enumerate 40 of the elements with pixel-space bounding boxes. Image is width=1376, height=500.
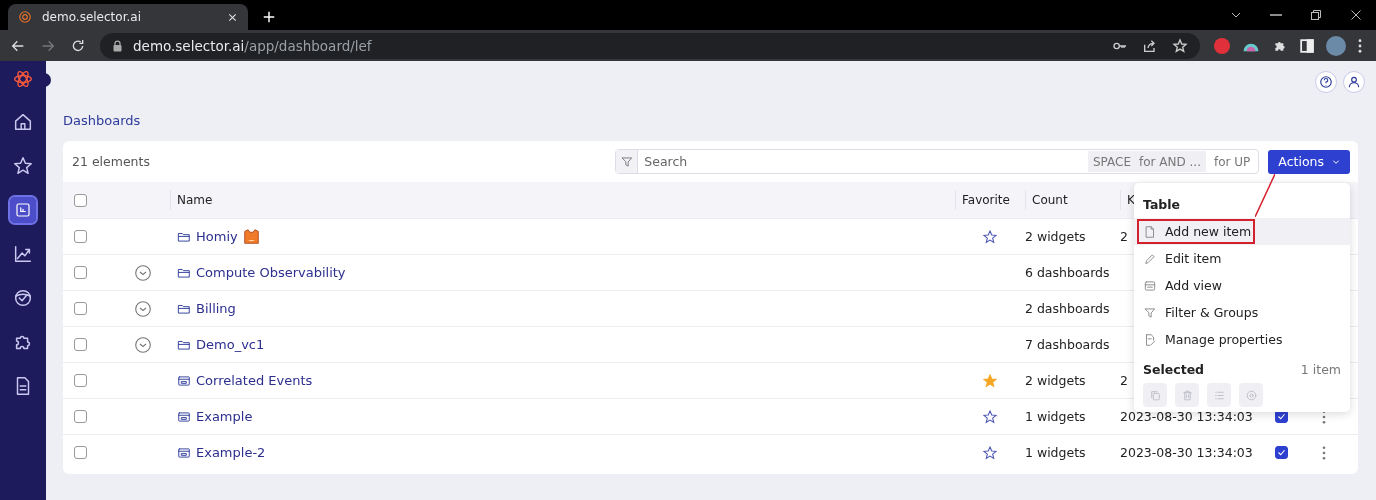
table-cell: 6 dashboards [1025, 265, 1110, 280]
menu-item[interactable]: Add view [1134, 272, 1350, 299]
menu-section-title: Table [1143, 197, 1181, 212]
table-cell: 2 [1120, 373, 1128, 388]
row-name-link[interactable]: Billing [196, 301, 236, 316]
row-name-link[interactable]: Homiy [196, 229, 238, 244]
url-text: demo.selector.ai/app/dashboard/lef [133, 37, 372, 54]
table-cell: 2023-08-30 13:34:03 [1120, 445, 1253, 460]
hint-key: SPACE [1092, 154, 1131, 169]
hint-text: for UP [1213, 154, 1252, 169]
row-name-link[interactable]: Compute Observability [196, 265, 346, 280]
menu-item[interactable]: Manage properties [1134, 326, 1350, 353]
menu-item[interactable]: Filter & Groups [1134, 299, 1350, 326]
table-cell: 2023-08-30 13:34:03 [1120, 409, 1253, 424]
row-name-link[interactable]: Example-2 [196, 445, 266, 460]
table-cell: 2 widgets [1025, 229, 1086, 244]
table-cell: 2 widgets [1025, 373, 1086, 388]
table-cell: 7 dashboards [1025, 337, 1110, 352]
breadcrumb[interactable]: Dashboards [63, 113, 141, 128]
browser-tab[interactable]: demo.selector.ai [8, 4, 248, 30]
address-bar[interactable]: demo.selector.ai/app/dashboard/lef [100, 32, 1200, 59]
table-cell: 2 [1120, 229, 1128, 244]
column-header[interactable]: Favorite [955, 190, 1010, 210]
search-field[interactable]: Search SPACE for AND ... for UP [615, 149, 1260, 174]
table-cell: 1 widgets [1025, 445, 1086, 460]
selected-count: 1 item [1300, 362, 1341, 377]
row-name-link[interactable]: Demo_vc1 [196, 337, 265, 352]
row-name-link[interactable]: Correlated Events [196, 373, 313, 388]
table-cell: 1 widgets [1025, 409, 1086, 424]
menu-section-title: Selected [1143, 362, 1205, 377]
hint-text: for AND ... [1139, 154, 1201, 169]
table-cell: 2 dashboards [1025, 301, 1110, 316]
menu-item[interactable]: Edit item [1134, 245, 1350, 272]
element-count: 21 elements [72, 154, 151, 169]
column-header[interactable]: Name [170, 190, 213, 210]
search-input[interactable]: Search [638, 150, 1088, 173]
column-header[interactable]: Count [1025, 190, 1068, 210]
row-name-link[interactable]: Example [196, 409, 253, 424]
menu-item[interactable]: Add new item [1134, 218, 1350, 245]
actions-button[interactable]: Actions [1268, 149, 1350, 174]
